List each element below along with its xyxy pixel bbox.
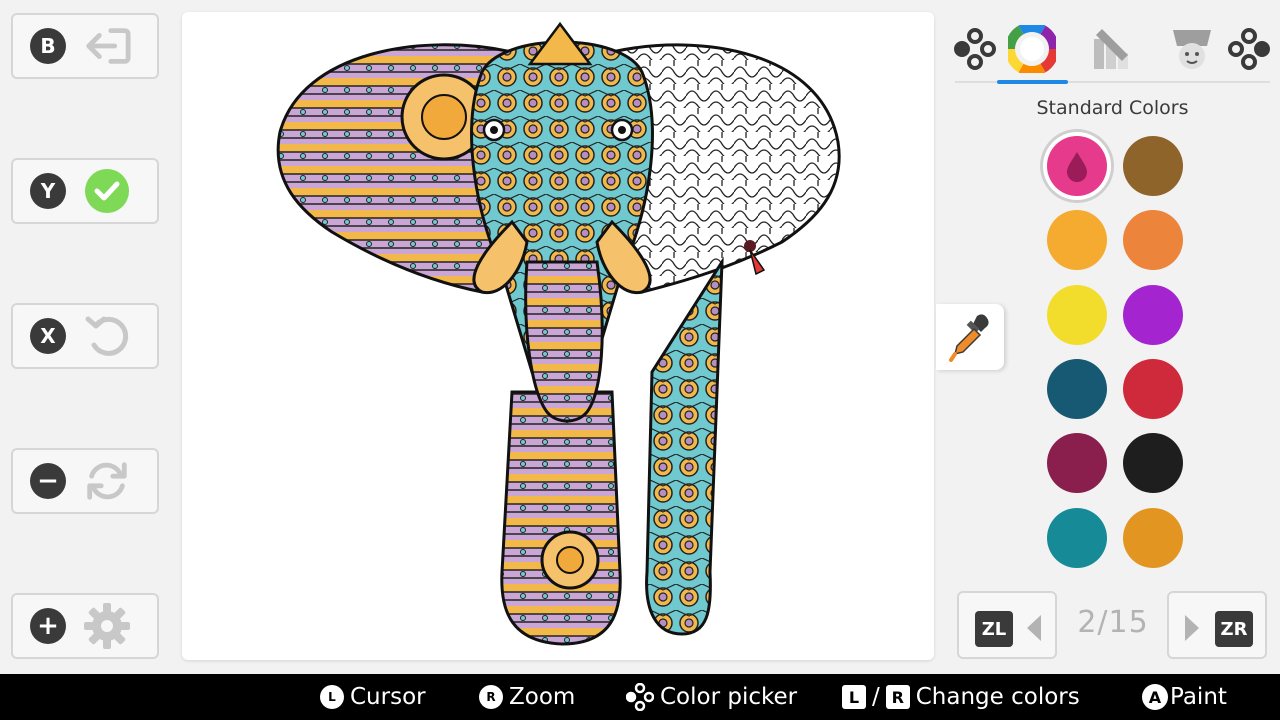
refresh-icon xyxy=(82,456,132,506)
tab-gradient-tool[interactable] xyxy=(1077,18,1147,80)
swatch-red[interactable] xyxy=(1123,359,1183,419)
hint-zoom: R Zoom xyxy=(479,682,575,712)
droplet-icon xyxy=(1067,152,1087,182)
undo-icon xyxy=(82,311,132,361)
hint-paint: A Paint xyxy=(1142,682,1227,712)
x-button-glyph: X xyxy=(30,318,66,354)
hint-paint-label: Paint xyxy=(1170,684,1227,710)
buttons-cluster-icon xyxy=(626,683,654,711)
chevron-left-icon xyxy=(1027,615,1041,641)
controls-hint-bar: L Cursor R Zoom Color picker L / R Chang… xyxy=(0,674,1280,720)
elephant-artwork xyxy=(276,21,841,646)
right-stick-icon: R xyxy=(479,685,503,709)
palette-title: Standard Colors xyxy=(1036,97,1189,119)
hint-cursor: L Cursor xyxy=(320,682,426,712)
settings-button[interactable]: + xyxy=(11,593,159,659)
left-stick-icon: L xyxy=(320,685,344,709)
hint-zoom-label: Zoom xyxy=(509,684,576,710)
swatch-brown[interactable] xyxy=(1123,136,1183,196)
a-button-icon: A xyxy=(1142,684,1168,710)
page-indicator: 2/15 xyxy=(1077,605,1149,640)
swatch-orange[interactable] xyxy=(1123,210,1183,270)
swatch-gold[interactable] xyxy=(1123,508,1183,568)
swatch-purple[interactable] xyxy=(1123,285,1183,345)
gradient-tool-icon xyxy=(1094,29,1128,69)
coloring-canvas[interactable] xyxy=(182,12,934,660)
hint-change-colors-label: Change colors xyxy=(915,684,1080,710)
minus-button-glyph: − xyxy=(30,463,66,499)
l-button-icon: L xyxy=(842,685,866,709)
next-page-button[interactable]: ZR xyxy=(1167,591,1267,659)
hint-separator: / xyxy=(872,684,880,710)
swatch-light-orange[interactable] xyxy=(1047,210,1107,270)
back-button[interactable]: B xyxy=(11,13,159,79)
prev-page-button[interactable]: ZL xyxy=(957,591,1057,659)
r-button-icon: R xyxy=(885,685,910,709)
confirm-check-icon xyxy=(82,166,132,216)
swatch-pink[interactable] xyxy=(1047,136,1107,196)
zr-badge: ZR xyxy=(1215,611,1253,647)
swatch-black[interactable] xyxy=(1123,433,1183,493)
plus-button-glyph: + xyxy=(30,608,66,644)
prev-tab-buttons-icon[interactable] xyxy=(950,18,1000,80)
swatch-dark-teal[interactable] xyxy=(1047,359,1107,419)
tool-tabs xyxy=(954,18,1271,84)
buttons-cluster-icon xyxy=(954,28,996,70)
swatch-yellow[interactable] xyxy=(1047,285,1107,345)
undo-button[interactable]: X xyxy=(11,303,159,369)
hint-change-colors: L / R Change colors xyxy=(842,682,1080,712)
back-arrow-icon xyxy=(82,21,132,71)
hint-cursor-label: Cursor xyxy=(350,684,426,710)
swatch-maroon[interactable] xyxy=(1047,433,1107,493)
paint-bucket-icon xyxy=(1173,30,1211,69)
next-tab-buttons-icon[interactable] xyxy=(1227,18,1271,80)
y-button-glyph: Y xyxy=(30,173,66,209)
active-tab-indicator xyxy=(997,80,1068,84)
tab-fill-bucket[interactable] xyxy=(1157,18,1227,80)
chevron-right-icon xyxy=(1185,615,1199,641)
zl-badge: ZL xyxy=(975,611,1013,647)
eyedropper-icon xyxy=(949,314,989,362)
eyedropper-button[interactable] xyxy=(936,304,1004,370)
buttons-cluster-right-icon xyxy=(1228,28,1270,70)
settings-gear-icon xyxy=(82,601,132,651)
confirm-button[interactable]: Y xyxy=(11,158,159,224)
color-wheel-icon xyxy=(1008,25,1056,73)
tab-color-palette[interactable] xyxy=(997,18,1067,80)
swatch-teal[interactable] xyxy=(1047,508,1107,568)
reset-button[interactable]: − xyxy=(11,448,159,514)
hint-color-picker-label: Color picker xyxy=(660,684,798,710)
hint-color-picker: Color picker xyxy=(626,682,797,712)
b-button-glyph: B xyxy=(30,28,66,64)
